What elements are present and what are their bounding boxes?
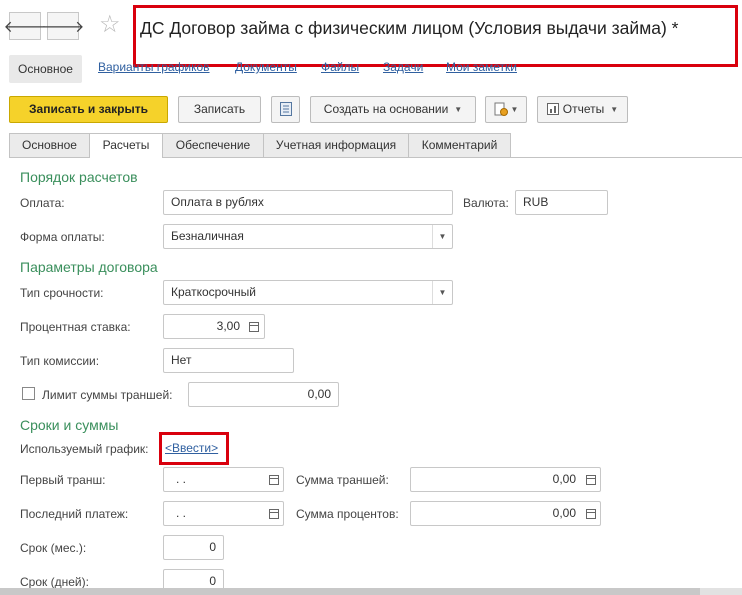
save-close-button[interactable]: Записать и закрыть [9, 96, 168, 123]
currency-field[interactable]: RUB [515, 190, 608, 215]
interest-sum-label: Сумма процентов: [296, 507, 399, 521]
tranche-sum-field[interactable]: 0,00 [410, 467, 601, 492]
schedule-link-highlight [159, 432, 229, 465]
section-settlement-header: Порядок расчетов [20, 169, 138, 185]
term-type-value: Краткосрочный [171, 285, 256, 299]
report-icon [546, 103, 559, 115]
calculator-button[interactable] [582, 501, 600, 526]
forward-button[interactable]: 🡒 [42, 12, 84, 40]
calculator-button[interactable] [245, 314, 263, 339]
calculator-button[interactable] [582, 467, 600, 492]
calendar-icon [269, 474, 279, 485]
chevron-down-icon: ▼ [510, 105, 519, 115]
calculator-icon [586, 474, 596, 485]
chevron-down-icon[interactable]: ▼ [432, 225, 452, 248]
nav-tab-main[interactable]: Основное [9, 55, 82, 83]
rate-label: Процентная ставка: [20, 320, 131, 334]
section-terms-header: Сроки и суммы [20, 417, 119, 433]
tranche-limit-checkbox[interactable] [22, 387, 35, 400]
create-based-on-button[interactable]: Создать на основании ▼ [310, 96, 476, 123]
term-months-field[interactable]: 0 [163, 535, 224, 560]
save-button[interactable]: Записать [178, 96, 261, 123]
calendar-button[interactable] [265, 467, 283, 492]
tab-main[interactable]: Основное [9, 133, 90, 157]
tranche-limit-label: Лимит суммы траншей: [42, 388, 173, 402]
attach-button[interactable]: ▼ [485, 96, 527, 123]
list-button[interactable] [271, 96, 300, 123]
calendar-icon [269, 508, 279, 519]
nav-link-tasks[interactable]: Задачи [383, 60, 423, 74]
chevron-down-icon: ▼ [610, 105, 619, 115]
nav-link-notes[interactable]: Мои заметки [446, 60, 517, 74]
tab-comment[interactable]: Комментарий [408, 133, 511, 157]
arrow-right-icon: 🡒 [41, 18, 85, 36]
term-type-label: Тип срочности: [20, 286, 104, 300]
tab-collateral[interactable]: Обеспечение [162, 133, 264, 157]
reports-button[interactable]: Отчеты ▼ [537, 96, 628, 123]
term-days-label: Срок (дней): [20, 575, 89, 589]
nav-link-schedule-variants[interactable]: Варианты графиков [98, 60, 210, 74]
tranche-limit-field[interactable]: 0,00 [188, 382, 339, 407]
commission-field[interactable]: Нет [163, 348, 294, 373]
calculator-icon [249, 321, 259, 332]
chevron-down-icon[interactable]: ▼ [432, 281, 452, 304]
horizontal-scrollbar-thumb[interactable] [0, 588, 700, 595]
schedule-label: Используемый график: [20, 442, 149, 456]
term-type-select[interactable]: Краткосрочный ▼ [163, 280, 453, 305]
arrow-left-icon: 🡐 [3, 18, 47, 36]
document-list-icon [279, 102, 292, 116]
nav-link-files[interactable]: Файлы [321, 60, 359, 74]
nav-link-documents[interactable]: Документы [235, 60, 297, 74]
term-months-label: Срок (мес.): [20, 541, 87, 555]
star-icon[interactable]: ☆ [99, 13, 121, 37]
reports-label: Отчеты [562, 102, 605, 116]
tab-settlements[interactable]: Расчеты [89, 133, 163, 158]
tab-accounting[interactable]: Учетная информация [263, 133, 409, 157]
last-payment-label: Последний платеж: [20, 507, 129, 521]
payment-form-select[interactable]: Безналичная ▼ [163, 224, 453, 249]
first-tranche-label: Первый транш: [20, 473, 106, 487]
calendar-button[interactable] [265, 501, 283, 526]
payment-form-label: Форма оплаты: [20, 230, 105, 244]
commission-label: Тип комиссии: [20, 354, 100, 368]
payment-form-value: Безналичная [171, 229, 244, 243]
payment-field[interactable]: Оплата в рублях [163, 190, 453, 215]
chevron-down-icon: ▼ [454, 105, 463, 115]
title-highlight [133, 5, 738, 67]
payment-label: Оплата: [20, 196, 65, 210]
section-contract-params-header: Параметры договора [20, 259, 158, 275]
create-based-on-label: Создать на основании [323, 102, 449, 116]
interest-sum-field[interactable]: 0,00 [410, 501, 601, 526]
attach-document-icon [494, 102, 508, 116]
currency-label: Валюта: [463, 196, 509, 210]
calculator-icon [586, 508, 596, 519]
back-button[interactable]: 🡐 [4, 12, 46, 40]
tranche-sum-label: Сумма траншей: [296, 473, 389, 487]
